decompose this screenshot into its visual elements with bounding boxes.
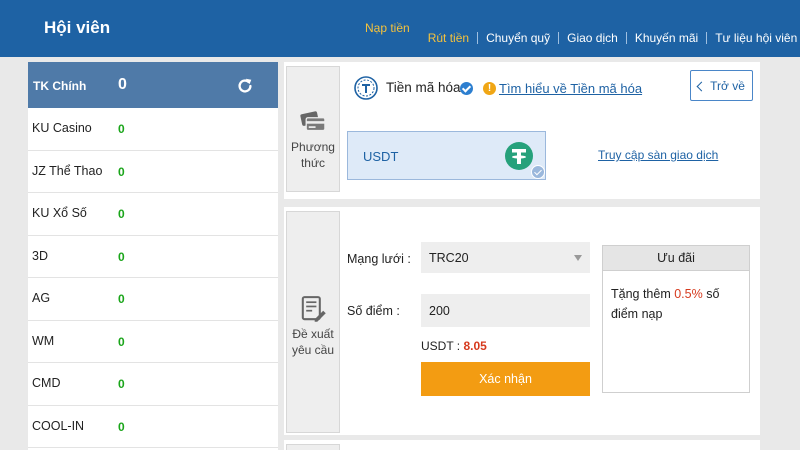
promotion-title: Ưu đãi xyxy=(603,246,749,271)
sidebar-item-balance: 0 xyxy=(118,207,125,221)
sidebar-item-label: KU Xổ Số xyxy=(32,206,87,220)
sidebar-item-cool-in[interactable]: COOL-IN 0 xyxy=(28,406,278,448)
nav-withdraw[interactable]: Rút tiền xyxy=(420,32,477,44)
sidebar-item-balance: 0 xyxy=(118,292,125,306)
sidebar-item-label: WM xyxy=(32,333,55,348)
payment-method-label: Phương thức xyxy=(291,140,335,170)
sidebar-item-label: CMD xyxy=(32,376,61,390)
next-panel-partial xyxy=(284,440,760,450)
payment-method-side-label: Phương thức xyxy=(286,66,340,192)
usdt-amount-label: USDT : xyxy=(421,339,464,353)
tether-icon xyxy=(505,142,533,170)
sidebar-item-ku-casino[interactable]: KU Casino 0 xyxy=(28,108,278,151)
sidebar-item-ag[interactable]: AG 0 xyxy=(28,278,278,321)
back-button-label: Trở về xyxy=(710,78,745,93)
sidebar-item-cmd[interactable]: CMD 0 xyxy=(28,363,278,406)
network-label: Mạng lưới : xyxy=(347,252,411,266)
selected-check-icon xyxy=(531,165,545,179)
network-select[interactable]: TRC20 xyxy=(421,242,590,273)
refresh-icon[interactable] xyxy=(236,77,254,95)
points-input-wrap xyxy=(421,294,590,327)
chevron-left-icon xyxy=(696,81,707,91)
crypto-coin-icon xyxy=(354,76,378,100)
sidebar-item-main-account[interactable]: TK Chính 0 xyxy=(28,62,278,108)
usdt-amount: USDT : 8.05 xyxy=(421,339,487,353)
payment-method-panel: Phương thức Tiền mã hóa ! Tìm hiểu về Ti… xyxy=(284,62,760,199)
wallet-sidebar: TK Chính 0 KU Casino 0 JZ Thể Thao 0 KU … xyxy=(28,62,278,450)
sidebar-item-label: COOL-IN xyxy=(32,418,85,433)
promotion-percent: 0.5% xyxy=(674,287,703,301)
sidebar-item-jz-the-thao[interactable]: JZ Thể Thao 0 xyxy=(28,151,278,193)
sidebar-item-label: JZ Thể Thao xyxy=(32,163,103,178)
sidebar-item-label: TK Chính xyxy=(33,79,87,93)
info-warning-icon: ! xyxy=(483,82,496,95)
sidebar-item-balance: 0 xyxy=(118,377,125,391)
nav-promotions[interactable]: Khuyến mãi xyxy=(627,32,706,44)
sidebar-item-balance: 0 xyxy=(118,419,125,434)
sidebar-item-balance: 0 xyxy=(118,249,125,264)
sidebar-item-wm[interactable]: WM 0 xyxy=(28,321,278,363)
sidebar-item-label: AG xyxy=(32,291,51,305)
usdt-option-label: USDT xyxy=(363,149,399,164)
sidebar-item-balance: 0 xyxy=(118,164,125,179)
sidebar-item-ku-xo-so[interactable]: KU Xổ Số 0 xyxy=(28,193,278,236)
points-label: Số điểm : xyxy=(347,304,400,318)
sidebar-item-label: 3D xyxy=(32,248,48,263)
confirm-button[interactable]: Xác nhận xyxy=(421,362,590,396)
exchange-link[interactable]: Truy cập sàn giao dịch xyxy=(598,148,718,162)
network-select-value: TRC20 xyxy=(429,251,469,265)
sidebar-item-balance: 0 xyxy=(118,122,125,136)
nav-transactions[interactable]: Giao dịch xyxy=(559,32,626,44)
promotion-text-before: Tặng thêm xyxy=(611,287,675,301)
verified-check-icon xyxy=(460,82,473,95)
points-input[interactable] xyxy=(421,294,590,327)
nav-member-profile[interactable]: Tư liệu hội viên xyxy=(707,32,800,44)
sidebar-item-label: KU Casino xyxy=(32,121,92,135)
nav-deposit[interactable]: Nạp tiền xyxy=(357,22,420,34)
crypto-title: Tiền mã hóa xyxy=(386,80,461,95)
usdt-amount-value: 8.05 xyxy=(463,339,487,353)
page-title: Hội viên xyxy=(44,18,111,37)
back-button[interactable]: Trở về xyxy=(690,70,753,101)
sidebar-item-balance: 0 xyxy=(118,334,125,349)
request-label: Đề xuất yêu cầu xyxy=(291,327,335,357)
top-header: Hội viên Nạp tiền Rút tiền Chuyển quỹ Gi… xyxy=(0,0,800,57)
main-nav: Nạp tiền Rút tiền Chuyển quỹ Giao dịch K… xyxy=(357,0,800,57)
nav-transfer[interactable]: Chuyển quỹ xyxy=(478,32,558,44)
card-icon xyxy=(300,111,326,132)
request-side-label: Đề xuất yêu cầu xyxy=(286,211,340,433)
next-panel-side-label xyxy=(286,444,340,450)
main-balance: 0 xyxy=(118,76,127,93)
form-edit-icon xyxy=(301,296,326,322)
sidebar-item-3d[interactable]: 3D 0 xyxy=(28,236,278,278)
learn-crypto-link[interactable]: Tìm hiểu về Tiền mã hóa xyxy=(499,81,642,96)
caret-down-icon xyxy=(574,255,582,261)
usdt-option-card[interactable]: USDT xyxy=(347,131,546,180)
promotion-box: Ưu đãi Tặng thêm 0.5% số điểm nạp xyxy=(602,245,750,393)
promotion-text: Tặng thêm 0.5% số điểm nạp xyxy=(603,271,749,337)
deposit-request-panel: Đề xuất yêu cầu Mạng lưới : TRC20 Số điể… xyxy=(284,207,760,435)
